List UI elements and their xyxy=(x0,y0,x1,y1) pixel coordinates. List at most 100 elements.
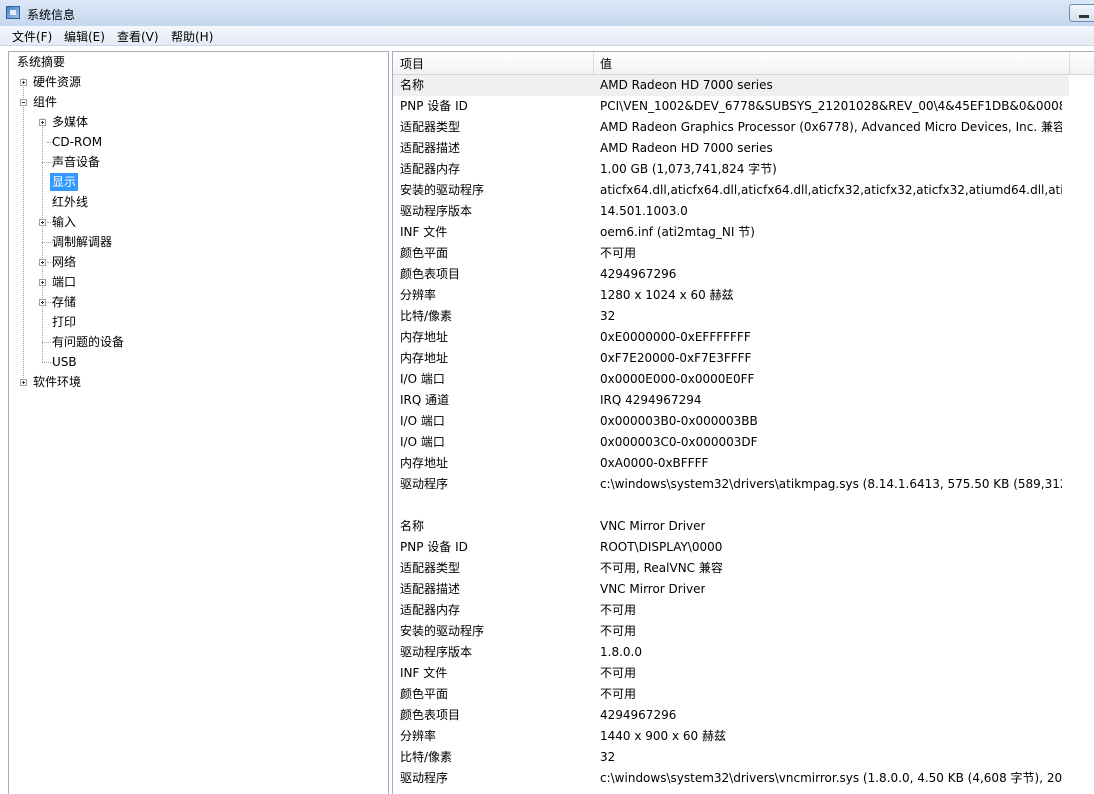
table-row[interactable]: IRQ 通道 IRQ 4294967294 xyxy=(393,390,1069,411)
table-row[interactable]: 名称 AMD Radeon HD 7000 series xyxy=(393,75,1069,96)
table-row[interactable]: PNP 设备 ID ROOT\DISPLAY\0000 xyxy=(393,537,1069,558)
row-item-value: 4294967296 xyxy=(600,267,677,281)
title-bar: 系统信息 xyxy=(0,0,1094,27)
tree-node-storage[interactable]: 存储 xyxy=(50,293,78,311)
tree-node-cdrom[interactable]: CD-ROM xyxy=(50,133,104,151)
tree-node-system-summary[interactable]: 系统摘要 xyxy=(15,53,67,71)
row-item-value: 0x000003B0-0x000003BB xyxy=(600,414,758,428)
tree-node-components[interactable]: 组件 xyxy=(31,93,59,111)
expand-plus-icon[interactable] xyxy=(20,379,27,386)
table-row[interactable]: 驱动程序 c:\windows\system32\drivers\vncmirro… xyxy=(393,768,1069,789)
tree-node-usb[interactable]: USB xyxy=(50,353,79,371)
row-item-name: 颜色平面 xyxy=(400,687,449,701)
table-row[interactable]: 颜色表项目 4294967296 xyxy=(393,264,1069,285)
column-divider[interactable] xyxy=(593,52,594,74)
table-row[interactable]: INF 文件 oem6.inf (ati2mtag_NI 节) xyxy=(393,222,1069,243)
window-title: 系统信息 xyxy=(27,8,76,22)
tree-node-sound-device[interactable]: 声音设备 xyxy=(50,153,102,171)
category-tree[interactable]: 系统摘要 硬件资源 组件 多媒体 CD-ROM 声音设备 显示 红外线 输入 调… xyxy=(8,51,389,794)
table-row[interactable]: 内存地址 0xA0000-0xBFFFF xyxy=(393,453,1069,474)
row-item-value: AMD Radeon HD 7000 series xyxy=(600,78,773,92)
tree-node-printing[interactable]: 打印 xyxy=(50,313,78,331)
tree-node-infrared[interactable]: 红外线 xyxy=(50,193,90,211)
table-row[interactable]: 比特/像素 32 xyxy=(393,306,1069,327)
table-row[interactable]: 安装的驱动程序 不可用 xyxy=(393,621,1069,642)
row-item-value: 1.8.0.0 xyxy=(600,645,642,659)
tree-node-software-environment[interactable]: 软件环境 xyxy=(31,373,83,391)
expand-plus-icon[interactable] xyxy=(39,219,46,226)
row-item-value: oem6.inf (ati2mtag_NI 节) xyxy=(600,225,755,239)
row-item-value: 0xF7E20000-0xF7E3FFFF xyxy=(600,351,752,365)
table-row[interactable]: 适配器描述 AMD Radeon HD 7000 series xyxy=(393,138,1069,159)
table-row[interactable]: 驱动程序版本 1.8.0.0 xyxy=(393,642,1069,663)
row-item-value: AMD Radeon HD 7000 series xyxy=(600,141,773,155)
table-row[interactable]: INF 文件 不可用 xyxy=(393,663,1069,684)
table-row[interactable]: I/O 端口 0x0000E000-0x0000E0FF xyxy=(393,369,1069,390)
row-item-name: 驱动程序版本 xyxy=(400,645,473,659)
table-row[interactable]: 内存地址 0xE0000000-0xEFFFFFFF xyxy=(393,327,1069,348)
row-item-value: 不可用 xyxy=(600,666,637,680)
table-row[interactable]: 驱动程序 c:\windows\system32\drivers\atikmpag… xyxy=(393,474,1069,495)
menu-help[interactable]: 帮助(H) xyxy=(171,28,213,45)
row-item-name: PNP 设备 ID xyxy=(400,540,468,554)
row-item-value: 不可用 xyxy=(600,603,637,617)
column-header-value[interactable]: 值 xyxy=(600,55,612,72)
system-info-app-icon xyxy=(6,6,20,19)
table-row[interactable]: 驱动程序版本 14.501.1003.0 xyxy=(393,201,1069,222)
details-list[interactable]: 项目 值 名称 AMD Radeon HD 7000 series PNP 设备 I… xyxy=(392,51,1094,794)
expand-plus-icon[interactable] xyxy=(39,279,46,286)
table-row[interactable]: 分辨率 1280 x 1024 x 60 赫兹 xyxy=(393,285,1069,306)
table-row[interactable]: 适配器类型 不可用, RealVNC 兼容 xyxy=(393,558,1069,579)
tree-node-network[interactable]: 网络 xyxy=(50,253,78,271)
column-divider[interactable] xyxy=(1069,52,1070,74)
table-row[interactable]: 适配器类型 AMD Radeon Graphics Processor (0x67… xyxy=(393,117,1069,138)
table-row[interactable]: 适配器描述 VNC Mirror Driver xyxy=(393,579,1069,600)
row-item-name: 名称 xyxy=(400,78,425,92)
row-item-value: 不可用 xyxy=(600,246,637,260)
row-item-name: 安装的驱动程序 xyxy=(400,624,485,638)
minimize-button[interactable] xyxy=(1069,4,1094,22)
tree-node-input[interactable]: 输入 xyxy=(50,213,78,231)
table-row[interactable]: 安装的驱动程序 aticfx64.dll,aticfx64.dll,aticfx6… xyxy=(393,180,1069,201)
expand-plus-icon[interactable] xyxy=(39,299,46,306)
row-item-value: c:\windows\system32\drivers\vncmirror.sy… xyxy=(600,771,1062,785)
table-row[interactable]: 比特/像素 32 xyxy=(393,747,1069,768)
collapse-minus-icon[interactable] xyxy=(20,99,27,106)
tree-node-hardware-resources[interactable]: 硬件资源 xyxy=(31,73,83,91)
table-row[interactable]: 颜色平面 不可用 xyxy=(393,684,1069,705)
tree-node-display[interactable]: 显示 xyxy=(50,173,79,191)
table-row[interactable]: I/O 端口 0x000003C0-0x000003DF xyxy=(393,432,1069,453)
table-row[interactable]: 适配器内存 1.00 GB (1,073,741,824 字节) xyxy=(393,159,1069,180)
row-item-name: 内存地址 xyxy=(400,330,449,344)
tree-node-multimedia[interactable]: 多媒体 xyxy=(50,113,90,131)
expand-plus-icon[interactable] xyxy=(39,259,46,266)
row-item-name: 颜色表项目 xyxy=(400,708,461,722)
expand-plus-icon[interactable] xyxy=(20,79,27,86)
row-item-name: 名称 xyxy=(400,519,425,533)
tree-node-problem-devices[interactable]: 有问题的设备 xyxy=(50,333,126,351)
table-row[interactable]: 名称 VNC Mirror Driver xyxy=(393,516,1069,537)
tree-node-ports[interactable]: 端口 xyxy=(50,273,78,291)
column-header-item[interactable]: 项目 xyxy=(400,55,424,72)
tree-node-modem[interactable]: 调制解调器 xyxy=(50,233,114,251)
table-row[interactable]: 内存地址 0xF7E20000-0xF7E3FFFF xyxy=(393,348,1069,369)
row-item-name: 驱动程序 xyxy=(400,477,449,491)
menu-edit[interactable]: 编辑(E) xyxy=(64,28,105,45)
menu-file[interactable]: 文件(F) xyxy=(12,28,52,45)
row-item-value: 32 xyxy=(600,750,616,764)
row-item-name: 适配器内存 xyxy=(400,162,461,176)
table-row[interactable]: I/O 端口 0x000003B0-0x000003BB xyxy=(393,411,1069,432)
expand-plus-icon[interactable] xyxy=(39,119,46,126)
table-row[interactable]: 分辨率 1440 x 900 x 60 赫兹 xyxy=(393,726,1069,747)
row-item-value: 不可用, RealVNC 兼容 xyxy=(600,561,723,575)
menu-view[interactable]: 查看(V) xyxy=(117,28,159,45)
table-row[interactable]: 适配器内存 不可用 xyxy=(393,600,1069,621)
table-row[interactable]: 颜色表项目 4294967296 xyxy=(393,705,1069,726)
row-item-name: I/O 端口 xyxy=(400,414,445,428)
row-item-value: 不可用 xyxy=(600,624,637,638)
row-item-value: 不可用 xyxy=(600,687,637,701)
table-row[interactable]: PNP 设备 ID PCI\VEN_1002&DEV_6778&SUBSYS_21… xyxy=(393,96,1069,117)
table-row[interactable] xyxy=(393,495,1069,516)
table-row[interactable]: 颜色平面 不可用 xyxy=(393,243,1069,264)
row-item-value: c:\windows\system32\drivers\atikmpag.sys… xyxy=(600,477,1062,491)
